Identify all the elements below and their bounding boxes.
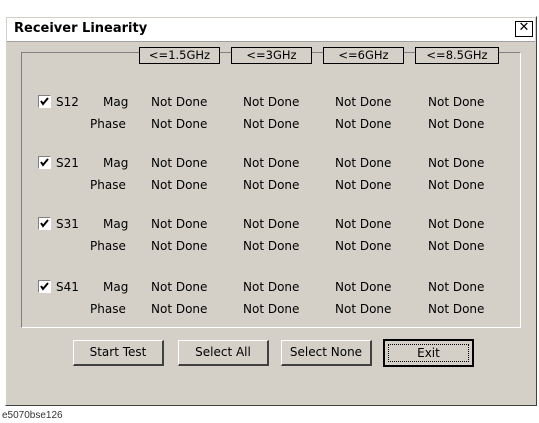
check-icon [40, 97, 49, 106]
s12-mag-1-5ghz: Not Done [151, 95, 208, 109]
s21-phase-6ghz: Not Done [335, 178, 392, 192]
s21-mag-label: Mag [103, 156, 129, 170]
s21-mag-3ghz: Not Done [243, 156, 300, 170]
s41-phase-1-5ghz: Not Done [151, 302, 208, 316]
s12-mag-8-5ghz: Not Done [428, 95, 485, 109]
freq-header-6ghz: <=6GHz [323, 47, 404, 64]
check-icon [40, 158, 49, 167]
select-none-button[interactable]: Select None [281, 340, 372, 366]
s12-phase-3ghz: Not Done [243, 117, 300, 131]
s12-label: S12 [56, 95, 79, 109]
s21-mag-8-5ghz: Not Done [428, 156, 485, 170]
s31-phase-6ghz: Not Done [335, 239, 392, 253]
s12-mag-label: Mag [103, 95, 129, 109]
s31-label: S31 [56, 217, 79, 231]
figure-caption: e5070bse126 [2, 410, 63, 421]
s12-phase-8-5ghz: Not Done [428, 117, 485, 131]
close-icon[interactable]: ✕ [515, 21, 533, 37]
s41-phase-8-5ghz: Not Done [428, 302, 485, 316]
s41-checkbox[interactable] [38, 280, 51, 293]
s21-label: S21 [56, 156, 79, 170]
exit-button[interactable]: Exit [383, 339, 474, 367]
title-bar: Receiver Linearity ✕ [7, 18, 535, 42]
s12-mag-3ghz: Not Done [243, 95, 300, 109]
s31-mag-6ghz: Not Done [335, 217, 392, 231]
s12-mag-6ghz: Not Done [335, 95, 392, 109]
s41-phase-label: Phase [90, 302, 126, 316]
s41-mag-8-5ghz: Not Done [428, 280, 485, 294]
s12-phase-label: Phase [90, 117, 126, 131]
dialog-title: Receiver Linearity [14, 21, 148, 36]
select-all-button[interactable]: Select All [178, 340, 269, 366]
s41-label: S41 [56, 280, 79, 294]
s21-phase-8-5ghz: Not Done [428, 178, 485, 192]
s31-checkbox[interactable] [38, 217, 51, 230]
freq-header-1-5ghz: <=1.5GHz [139, 47, 220, 64]
s31-mag-1-5ghz: Not Done [151, 217, 208, 231]
freq-header-8-5ghz: <=8.5GHz [415, 47, 499, 64]
s41-mag-label: Mag [103, 280, 129, 294]
s41-mag-3ghz: Not Done [243, 280, 300, 294]
s12-phase-6ghz: Not Done [335, 117, 392, 131]
s41-mag-1-5ghz: Not Done [151, 280, 208, 294]
s31-phase-3ghz: Not Done [243, 239, 300, 253]
s21-phase-3ghz: Not Done [243, 178, 300, 192]
s31-mag-8-5ghz: Not Done [428, 217, 485, 231]
s31-phase-label: Phase [90, 239, 126, 253]
s31-mag-3ghz: Not Done [243, 217, 300, 231]
s31-mag-label: Mag [103, 217, 129, 231]
s21-checkbox[interactable] [38, 156, 51, 169]
s41-mag-6ghz: Not Done [335, 280, 392, 294]
s41-phase-6ghz: Not Done [335, 302, 392, 316]
exit-button-label: Exit [388, 344, 469, 362]
s12-phase-1-5ghz: Not Done [151, 117, 208, 131]
s21-phase-label: Phase [90, 178, 126, 192]
s21-mag-1-5ghz: Not Done [151, 156, 208, 170]
s21-phase-1-5ghz: Not Done [151, 178, 208, 192]
s12-checkbox[interactable] [38, 95, 51, 108]
freq-header-3ghz: <=3GHz [231, 47, 312, 64]
s31-phase-1-5ghz: Not Done [151, 239, 208, 253]
s41-phase-3ghz: Not Done [243, 302, 300, 316]
s31-phase-8-5ghz: Not Done [428, 239, 485, 253]
start-test-button[interactable]: Start Test [73, 340, 164, 366]
check-icon [40, 282, 49, 291]
check-icon [40, 219, 49, 228]
s21-mag-6ghz: Not Done [335, 156, 392, 170]
